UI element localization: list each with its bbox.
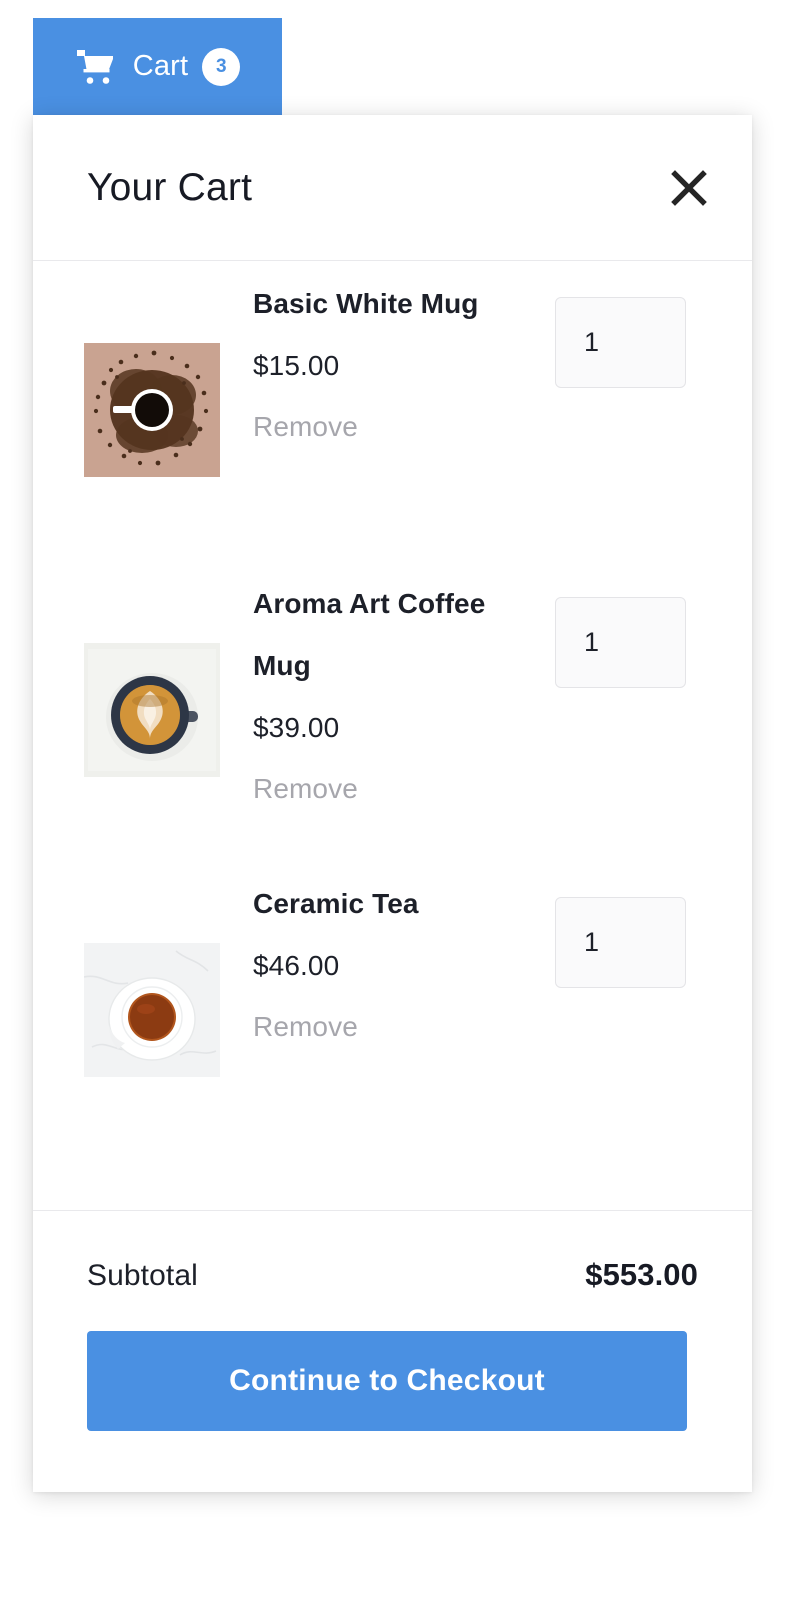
product-price: $15.00 — [253, 350, 340, 381]
product-info: Basic White Mug $15.00 Remove — [253, 273, 543, 457]
remove-item-link[interactable]: Remove — [253, 759, 358, 819]
page-title: Your Cart — [87, 165, 253, 209]
close-button[interactable] — [661, 160, 717, 216]
close-icon — [669, 168, 709, 208]
cart-screen: Cart 3 Your Cart Basic White Mug $15.00 … — [0, 0, 805, 1600]
subtotal-label: Subtotal — [87, 1259, 198, 1292]
product-thumbnail — [84, 343, 220, 477]
product-price: $39.00 — [253, 712, 340, 743]
product-name: Basic White Mug — [253, 288, 479, 319]
cart-tab-button[interactable]: Cart 3 — [33, 18, 282, 115]
cart-item: Aroma Art Coffee Mug $39.00 Remove — [33, 561, 752, 861]
product-thumbnail — [84, 643, 220, 777]
shopping-cart-icon — [75, 47, 119, 87]
quantity-input[interactable] — [555, 297, 686, 388]
cart-panel-header: Your Cart — [33, 115, 752, 261]
subtotal-value: $553.00 — [585, 1257, 698, 1292]
product-price: $46.00 — [253, 950, 340, 981]
product-name: Ceramic Tea — [253, 888, 419, 919]
product-name: Aroma Art Coffee Mug — [253, 588, 486, 681]
cart-footer: Subtotal $553.00 Continue to Checkout — [33, 1210, 752, 1492]
cart-item: Ceramic Tea $46.00 Remove — [33, 861, 752, 1161]
cart-items-list: Basic White Mug $15.00 Remove 1 Aroma Ar… — [33, 261, 752, 1210]
subtotal-row: Subtotal $553.00 — [87, 1257, 698, 1293]
cart-panel: Your Cart Basic White Mug $15.00 Remove … — [33, 115, 752, 1492]
cart-tab-label: Cart — [132, 50, 189, 82]
remove-item-link[interactable]: Remove — [253, 997, 358, 1057]
product-info: Aroma Art Coffee Mug $39.00 Remove — [253, 573, 543, 819]
quantity-input[interactable] — [555, 597, 686, 688]
remove-item-link[interactable]: Remove — [253, 397, 358, 457]
quantity-input[interactable] — [555, 897, 686, 988]
product-info: Ceramic Tea $46.00 Remove — [253, 873, 543, 1057]
cart-count-badge: 3 — [202, 47, 241, 86]
product-thumbnail — [84, 943, 220, 1077]
checkout-button[interactable]: Continue to Checkout — [87, 1331, 687, 1431]
cart-item: Basic White Mug $15.00 Remove — [33, 261, 752, 561]
